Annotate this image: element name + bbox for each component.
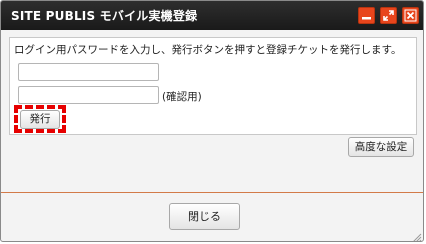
minimize-icon: [359, 8, 374, 23]
confirm-label: (確認用): [162, 91, 202, 103]
password-field[interactable]: [18, 63, 159, 81]
form-panel: ログイン用パスワードを入力し、発行ボタンを押すと登録チケットを発行します。 (確…: [9, 37, 417, 135]
maximize-button[interactable]: [380, 7, 397, 24]
close-icon: [403, 8, 418, 23]
maximize-icon: [381, 8, 396, 23]
close-window-button[interactable]: [402, 7, 419, 24]
dialog-title: SITE PUBLIS モバイル実機登録: [11, 9, 198, 23]
password-confirm-field[interactable]: [18, 86, 159, 104]
instruction-text: ログイン用パスワードを入力し、発行ボタンを押すと登録チケットを発行します。: [14, 44, 402, 56]
footer-divider: [1, 192, 423, 193]
minimize-button[interactable]: [358, 7, 375, 24]
issue-button[interactable]: 発行: [20, 110, 60, 129]
mobile-device-registration-dialog: SITE PUBLIS モバイル実機登録 ログイン用パスワードを入力し、発行ボタ…: [0, 0, 424, 242]
close-button[interactable]: 閉じる: [169, 203, 240, 230]
resize-grip-icon[interactable]: [410, 228, 422, 241]
title-bar[interactable]: SITE PUBLIS モバイル実機登録: [1, 1, 423, 30]
advanced-settings-button[interactable]: 高度な設定: [348, 137, 414, 157]
